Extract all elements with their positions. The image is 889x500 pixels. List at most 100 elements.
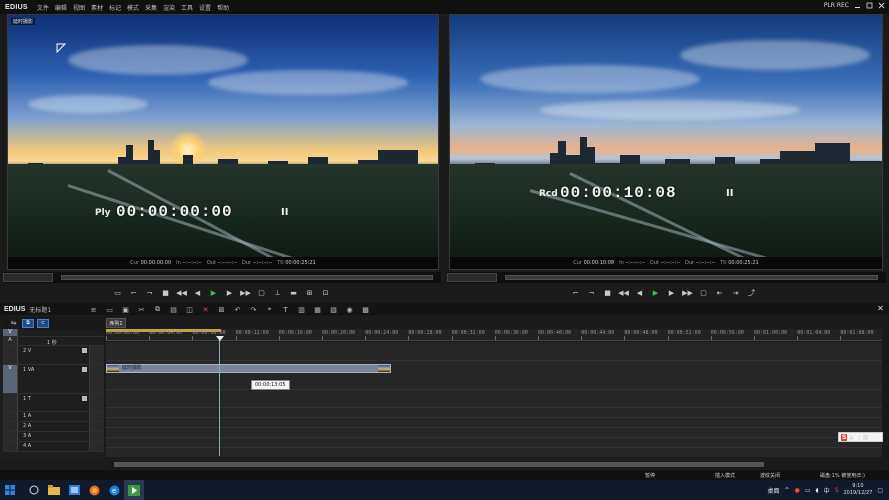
player-shuttle-slider[interactable] [3,273,53,282]
track-sync-icon[interactable] [89,394,104,411]
set-in-icon[interactable]: ▭ [112,288,123,298]
lane-1t[interactable] [106,390,882,408]
status-ripple[interactable]: 波纹关闭 [760,472,780,479]
track-3a[interactable]: 3 A [3,432,104,442]
mixer-icon[interactable]: ▦ [312,305,323,314]
tray-app-icon[interactable]: ● [795,487,800,494]
notification-icon[interactable]: ▢ [877,487,883,494]
ime-tray-icon[interactable]: 中 [824,486,830,495]
recorder-position-track[interactable] [505,275,878,280]
track-sync-icon[interactable] [89,365,104,393]
mark-in-icon[interactable]: ⌐ [570,288,581,298]
mark-out-icon[interactable]: ¬ [144,288,155,298]
patch-a[interactable]: A [3,337,18,345]
player-monitor[interactable]: 延时摄影 Ply 00:00:00:00 II Cur 00:00:00:00 … [7,14,439,270]
step-forward-icon[interactable]: ▶ [666,288,677,298]
menu-tools[interactable]: 工具 [178,3,196,12]
prev-edit-icon[interactable]: ⇤ [714,288,725,298]
recorder-monitor[interactable]: Rcd 00:00:10:08 II Cur 00:00:10:08 In --… [449,14,883,270]
output-icon[interactable]: ⤴ [746,288,757,298]
play-icon[interactable]: ▶ [650,288,661,298]
patch-1va[interactable]: V [3,365,18,393]
lane-2a[interactable] [106,418,882,428]
patch-v[interactable]: V [3,329,18,336]
track-1t[interactable]: 1 T [3,394,104,412]
track-sync-icon[interactable] [89,422,104,431]
overwrite-icon[interactable]: ▬ [288,288,299,298]
fast-forward-icon[interactable]: ▶▶ [682,288,693,298]
stop-icon[interactable]: ■ [602,288,613,298]
track-sync-icon[interactable] [89,442,104,451]
insert-mode-icon[interactable]: ⧉ [22,318,34,328]
ime-toolbar[interactable]: S A ☽ 简 [838,432,883,442]
track-sync-icon[interactable] [89,346,104,364]
lane-4a[interactable] [106,438,882,448]
desktop-label[interactable]: 桌面 [768,486,780,495]
photo-app-icon[interactable] [64,480,84,500]
cut-icon[interactable]: ✂ [136,305,147,314]
menu-clip[interactable]: 素材 [88,3,106,12]
lane-1a[interactable] [106,408,882,418]
next-edit-icon[interactable]: ⇥ [730,288,741,298]
step-back-icon[interactable]: ◀ [192,288,203,298]
zoom-label[interactable]: 1 秒 [47,339,57,346]
mode-toggle-icon[interactable]: ⇋ [8,319,19,328]
network-icon[interactable]: ▭ [805,487,811,494]
mark-out-icon[interactable]: ¬ [586,288,597,298]
track-lock-icon[interactable] [82,396,87,401]
menu-marker[interactable]: 标记 [106,3,124,12]
timeline-cursor-head[interactable] [216,336,224,341]
player-position-track[interactable] [61,275,433,280]
loop-icon[interactable]: ▢ [698,288,709,298]
menu-settings[interactable]: 设置 [196,3,214,12]
video-clip[interactable]: 延时摄影 [106,364,391,373]
close-window-icon[interactable] [878,2,885,9]
step-forward-icon[interactable]: ▶ [224,288,235,298]
trim-icon[interactable]: ⊠ [216,305,227,314]
tray-chevron-icon[interactable]: ^ [785,487,790,494]
step-back-icon[interactable]: ◀ [634,288,645,298]
menu-mode[interactable]: 模式 [124,3,142,12]
menu-edit[interactable]: 编辑 [52,3,70,12]
copy-icon[interactable]: ⧉ [152,305,163,314]
effect-icon[interactable]: ▥ [296,305,307,314]
menu-render[interactable]: 渲染 [160,3,178,12]
timeline-cursor[interactable] [219,336,220,456]
recorder-scrub-bar[interactable] [447,272,886,283]
export-icon[interactable]: ⊡ [320,288,331,298]
title-icon[interactable]: T [280,305,291,314]
track-2v[interactable]: 2 V [3,346,104,365]
track-sync-icon[interactable] [89,432,104,441]
status-insert-mode[interactable]: 插入模式 [715,472,735,479]
loop-icon[interactable]: ▢ [256,288,267,298]
lane-2v[interactable] [106,342,882,361]
undo-icon[interactable]: ↶ [232,305,243,314]
track-sync-icon[interactable] [89,412,104,421]
timeline-vertical-scrollbar[interactable] [883,330,888,460]
track-1va[interactable]: V 1 VA [3,365,104,394]
layout-icon[interactable]: ▩ [360,305,371,314]
menu-help[interactable]: 帮助 [214,3,232,12]
file-explorer-icon[interactable] [44,480,64,500]
minimize-icon[interactable] [854,2,861,9]
mark-in-icon[interactable]: ⌐ [128,288,139,298]
sync-mode-icon[interactable]: ⊂ [37,318,49,328]
player-scrub-bar[interactable] [3,272,441,283]
edius-taskbar-icon[interactable] [124,480,144,500]
insert-icon[interactable]: ⊥ [272,288,283,298]
maximize-icon[interactable] [866,2,873,9]
rewind-icon[interactable]: ◀◀ [618,288,629,298]
recorder-shuttle-slider[interactable] [447,273,497,282]
track-lock-icon[interactable] [82,348,87,353]
play-icon[interactable]: ▶ [208,288,219,298]
marker-icon[interactable]: ▧ [328,305,339,314]
taskbar-clock[interactable]: 9:10 2019/12/27 [844,483,873,497]
paste-icon[interactable]: ▤ [168,305,179,314]
task-view-icon[interactable] [24,480,44,500]
track-4a[interactable]: 4 A [3,442,104,452]
save-icon[interactable]: ▣ [120,305,131,314]
render-icon[interactable]: ◉ [344,305,355,314]
send-icon[interactable]: ⊞ [304,288,315,298]
delete-icon[interactable]: ✕ [200,305,211,314]
scroll-thumb[interactable] [114,462,764,467]
